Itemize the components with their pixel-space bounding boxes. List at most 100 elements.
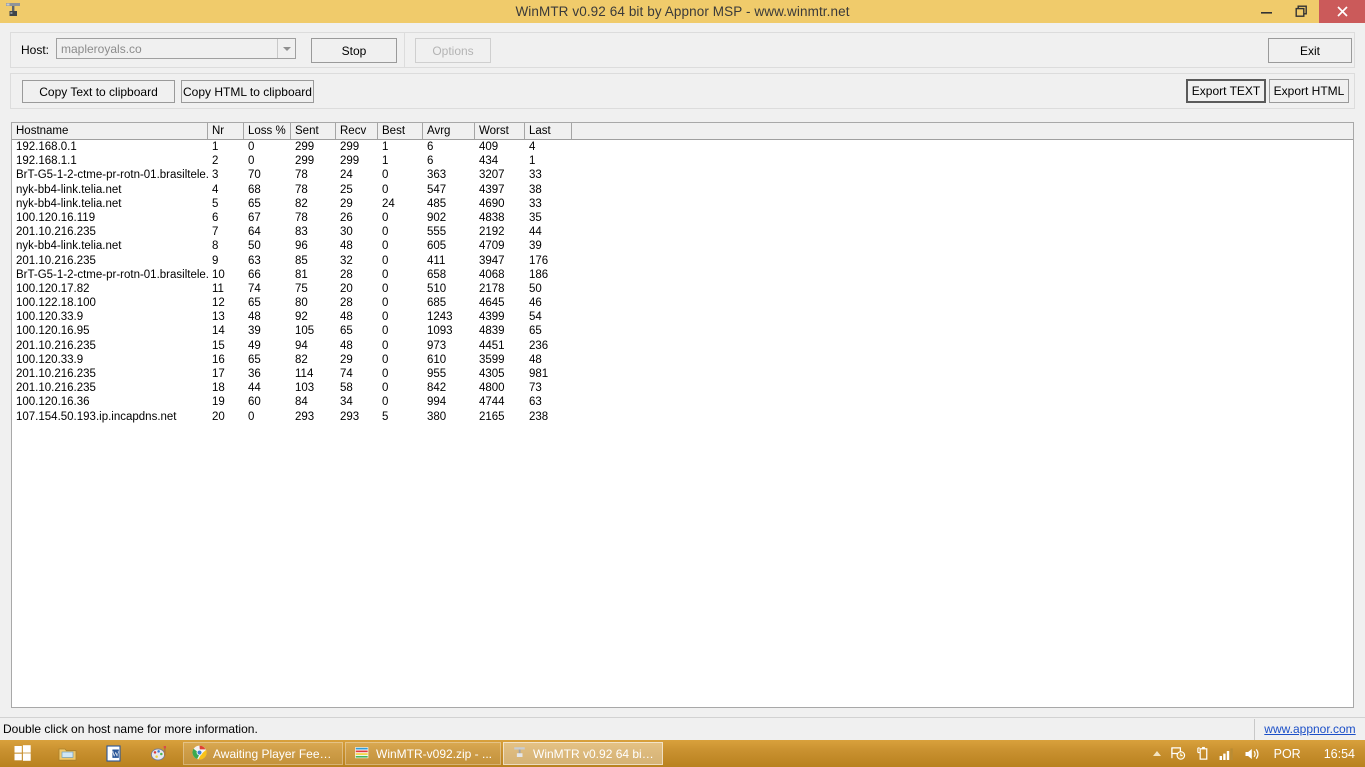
- column-header-nr[interactable]: Nr: [208, 123, 244, 139]
- winmtr-icon: [512, 745, 527, 763]
- table-row[interactable]: nyk-bb4-link.telia.net 8 50 96 48 0 605 4709 39: [12, 239, 1353, 253]
- paint-icon[interactable]: [136, 740, 182, 767]
- cell-best: 0: [382, 282, 389, 295]
- stop-button[interactable]: Stop: [311, 38, 397, 63]
- taskbar-item-chrome[interactable]: Awaiting Player Feed...: [183, 742, 343, 765]
- cell-sent: 85: [295, 254, 308, 267]
- options-button[interactable]: Options: [415, 38, 491, 63]
- table-row[interactable]: 201.10.216.235 17 36 114 74 0 955 4305 981: [12, 367, 1353, 381]
- language-indicator[interactable]: POR: [1270, 747, 1305, 761]
- host-input[interactable]: mapleroyals.co: [56, 38, 296, 59]
- start-button[interactable]: [0, 740, 44, 767]
- cell-nr: 2: [212, 155, 219, 168]
- copy-text-to-clipboard-button[interactable]: Copy Text to clipboard: [22, 80, 175, 103]
- file-explorer-icon[interactable]: [44, 740, 90, 767]
- cell-avrg: 6: [427, 141, 434, 153]
- cell-worst: 4839: [479, 325, 505, 338]
- table-row[interactable]: 201.10.216.235 7 64 83 30 0 555 2192 44: [12, 225, 1353, 239]
- cell-nr: 8: [212, 240, 219, 253]
- action-center-flag-icon[interactable]: [1170, 746, 1187, 761]
- table-row[interactable]: 192.168.1.1 2 0 299 299 1 6 434 1: [12, 154, 1353, 168]
- cell-nr: 11: [212, 282, 224, 295]
- table-row[interactable]: nyk-bb4-link.telia.net 4 68 78 25 0 547 4397 38: [12, 183, 1353, 197]
- options-group-box: Options Exit: [404, 32, 1355, 68]
- cell-hostname: BrT-G5-1-2-ctme-pr-rotn-01.brasiltele...: [16, 169, 208, 182]
- cell-last: 238: [529, 410, 549, 423]
- cell-recv: 65: [340, 325, 353, 338]
- table-row[interactable]: 201.10.216.235 9 63 85 32 0 411 3947 176: [12, 254, 1353, 268]
- column-header-hostname[interactable]: Hostname: [12, 123, 208, 139]
- table-row[interactable]: 100.122.18.100 12 65 80 28 0 685 4645 46: [12, 296, 1353, 310]
- cell-hostname: 100.120.33.9: [16, 311, 84, 324]
- taskbar-item-winrar[interactable]: WinMTR-v092.zip - ...: [345, 742, 502, 765]
- taskbar-spacer: [664, 740, 1153, 767]
- cell-nr: 6: [212, 211, 219, 224]
- cell-sent: 75: [295, 282, 308, 295]
- word-icon[interactable]: W: [90, 740, 136, 767]
- table-row[interactable]: BrT-G5-1-2-ctme-pr-rotn-01.brasiltele...…: [12, 268, 1353, 282]
- cell-worst: 4838: [479, 211, 505, 224]
- cell-sent: 82: [295, 197, 308, 210]
- cell-nr: 14: [212, 325, 225, 338]
- taskbar-item-winmtr[interactable]: WinMTR v0.92 64 bit ...: [503, 742, 664, 765]
- column-header-recv[interactable]: Recv: [336, 123, 378, 139]
- cell-hostname: BrT-G5-1-2-ctme-pr-rotn-01.brasiltele...: [16, 268, 208, 281]
- table-row[interactable]: 100.120.16.119 6 67 78 26 0 902 4838 35: [12, 211, 1353, 225]
- cell-loss: 63: [248, 254, 261, 267]
- minimize-button[interactable]: [1249, 0, 1284, 23]
- cell-best: 24: [382, 197, 395, 210]
- cell-last: 236: [529, 339, 549, 352]
- cell-last: 176: [529, 254, 549, 267]
- table-row[interactable]: 107.154.50.193.ip.incapdns.net 20 0 293 293 5…: [12, 410, 1353, 424]
- show-hidden-icons-icon[interactable]: [1152, 751, 1161, 756]
- table-row[interactable]: 201.10.216.235 15 49 94 48 0 973 4451 236: [12, 339, 1353, 353]
- table-row[interactable]: 100.120.17.82 11 74 75 20 0 510 2178 50: [12, 282, 1353, 296]
- column-header-avrg[interactable]: Avrg: [423, 123, 475, 139]
- cell-worst: 434: [479, 155, 499, 168]
- cell-loss: 48: [248, 311, 261, 324]
- cell-best: 0: [382, 169, 389, 182]
- cell-recv: 28: [340, 297, 353, 310]
- export-html-button[interactable]: Export HTML: [1269, 79, 1349, 103]
- status-link-pane: www.appnor.com: [1255, 719, 1365, 740]
- close-button[interactable]: [1319, 0, 1365, 23]
- table-row[interactable]: 201.10.216.235 18 44 103 58 0 842 4800 73: [12, 381, 1353, 395]
- taskbar-clock[interactable]: 16:54: [1314, 747, 1355, 761]
- cell-loss: 65: [248, 353, 261, 366]
- table-row[interactable]: nyk-bb4-link.telia.net 5 65 82 29 24 485 4690 33: [12, 197, 1353, 211]
- cell-hostname: 201.10.216.235: [16, 226, 96, 239]
- table-row[interactable]: 100.120.16.36 19 60 84 34 0 994 4744 63: [12, 395, 1353, 409]
- network-signal-icon[interactable]: [1219, 747, 1235, 761]
- cell-avrg: 658: [427, 268, 447, 281]
- cell-worst: 409: [479, 141, 499, 153]
- exit-button[interactable]: Exit: [1268, 38, 1352, 63]
- cell-last: 46: [529, 297, 542, 310]
- export-text-button[interactable]: Export TEXT: [1186, 79, 1266, 103]
- cell-worst: 3947: [479, 254, 505, 267]
- power-battery-icon[interactable]: [1196, 746, 1210, 761]
- cell-avrg: 411: [427, 254, 446, 267]
- volume-speaker-icon[interactable]: [1244, 747, 1261, 761]
- cell-best: 0: [382, 183, 389, 196]
- restore-button[interactable]: [1284, 0, 1319, 23]
- table-row[interactable]: 100.120.33.9 16 65 82 29 0 610 3599 48: [12, 353, 1353, 367]
- column-header-best[interactable]: Best: [378, 123, 423, 139]
- column-header-sent[interactable]: Sent: [291, 123, 336, 139]
- copy-html-to-clipboard-button[interactable]: Copy HTML to clipboard: [181, 80, 314, 103]
- cell-sent: 299: [295, 155, 315, 168]
- cell-worst: 4451: [479, 339, 505, 352]
- appnor-website-link[interactable]: www.appnor.com: [1264, 722, 1355, 736]
- table-row[interactable]: BrT-G5-1-2-ctme-pr-rotn-01.brasiltele...…: [12, 168, 1353, 182]
- table-row[interactable]: 192.168.0.1 1 0 299 299 1 6 409 4: [12, 140, 1353, 154]
- cell-hostname: 100.120.33.9: [16, 353, 84, 366]
- chevron-down-icon[interactable]: [277, 39, 295, 58]
- table-row[interactable]: 100.120.16.95 14 39 105 65 0 1093 4839 65: [12, 324, 1353, 338]
- cell-sent: 78: [295, 183, 308, 196]
- cell-hostname: 201.10.216.235: [16, 368, 96, 380]
- column-header-worst[interactable]: Worst: [475, 123, 525, 139]
- cell-sent: 83: [295, 226, 308, 239]
- column-header-loss[interactable]: Loss %: [244, 123, 291, 139]
- cell-hostname: 201.10.216.235: [16, 382, 96, 395]
- column-header-last[interactable]: Last: [525, 123, 572, 139]
- table-row[interactable]: 100.120.33.9 13 48 92 48 0 1243 4399 54: [12, 310, 1353, 324]
